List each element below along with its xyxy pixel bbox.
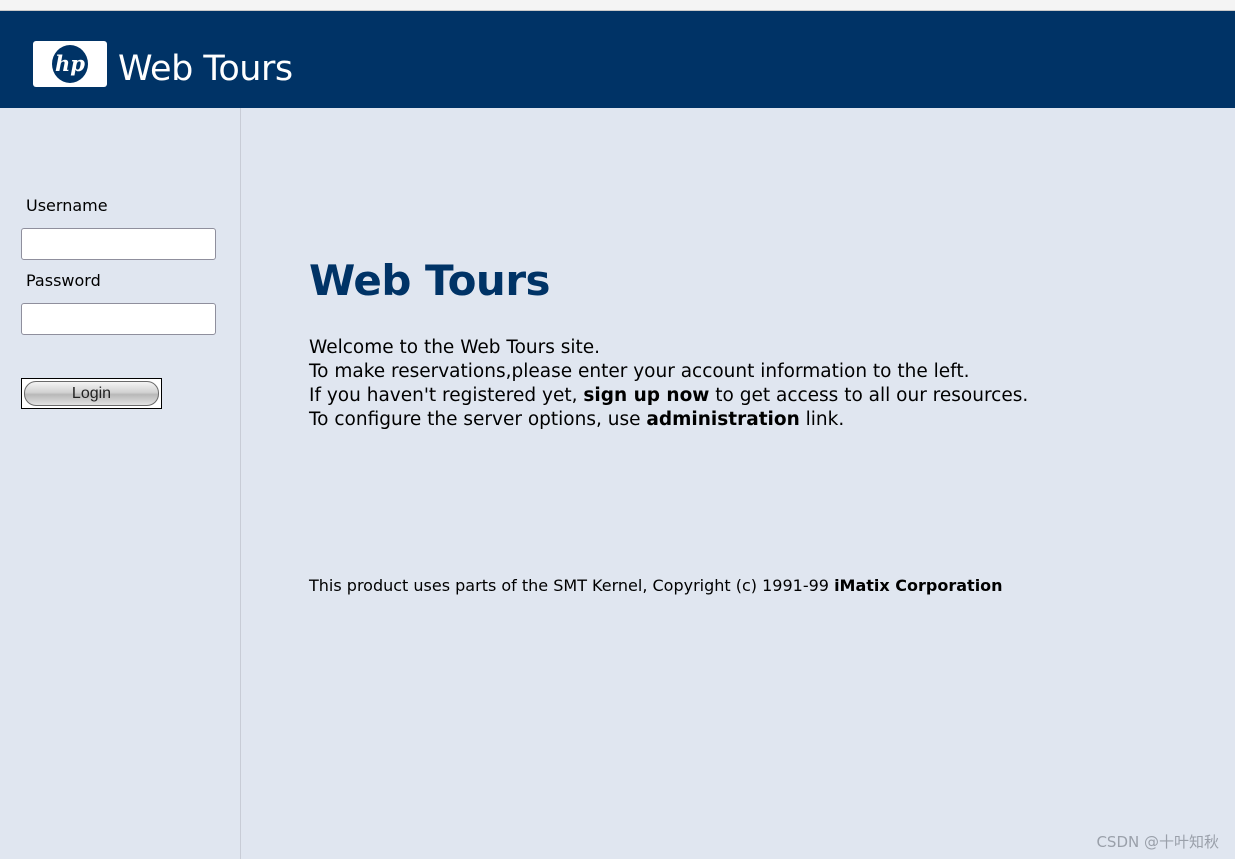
administration-link[interactable]: administration bbox=[646, 409, 799, 430]
site-brand-title: Web Tours bbox=[118, 49, 293, 89]
welcome-line-2: To make reservations,please enter your a… bbox=[309, 361, 970, 382]
window-top-strip bbox=[0, 0, 1235, 11]
page-title: Web Tours bbox=[309, 256, 551, 305]
copyright-text: This product uses parts of the SMT Kerne… bbox=[309, 576, 835, 595]
password-input[interactable] bbox=[21, 303, 216, 335]
login-sidebar bbox=[0, 108, 241, 859]
login-button-label: Login bbox=[24, 381, 159, 406]
hp-logo-icon: hp bbox=[33, 41, 107, 87]
welcome-line-1: Welcome to the Web Tours site. bbox=[309, 337, 601, 358]
username-label: Username bbox=[26, 196, 108, 215]
login-button[interactable]: Login bbox=[21, 378, 162, 409]
username-input[interactable] bbox=[21, 228, 216, 260]
welcome-line-3-pre: If you haven't registered yet, bbox=[309, 385, 584, 406]
welcome-line-3-post: to get access to all our resources. bbox=[709, 385, 1029, 406]
welcome-line-4-pre: To configure the server options, use bbox=[309, 409, 647, 430]
welcome-text: Welcome to the Web Tours site. To make r… bbox=[309, 336, 1028, 432]
welcome-line-3: If you haven't registered yet, sign up n… bbox=[309, 384, 1028, 408]
copyright-footer: This product uses parts of the SMT Kerne… bbox=[309, 576, 1003, 595]
svg-text:hp: hp bbox=[55, 51, 85, 76]
imatix-link[interactable]: iMatix Corporation bbox=[834, 576, 1003, 595]
watermark-text: CSDN @十叶知秋 bbox=[1096, 833, 1219, 851]
welcome-line-4-post: link. bbox=[799, 409, 845, 430]
password-label: Password bbox=[26, 271, 101, 290]
sign-up-now-link[interactable]: sign up now bbox=[583, 385, 709, 406]
welcome-line-4: To configure the server options, use adm… bbox=[309, 408, 1028, 432]
